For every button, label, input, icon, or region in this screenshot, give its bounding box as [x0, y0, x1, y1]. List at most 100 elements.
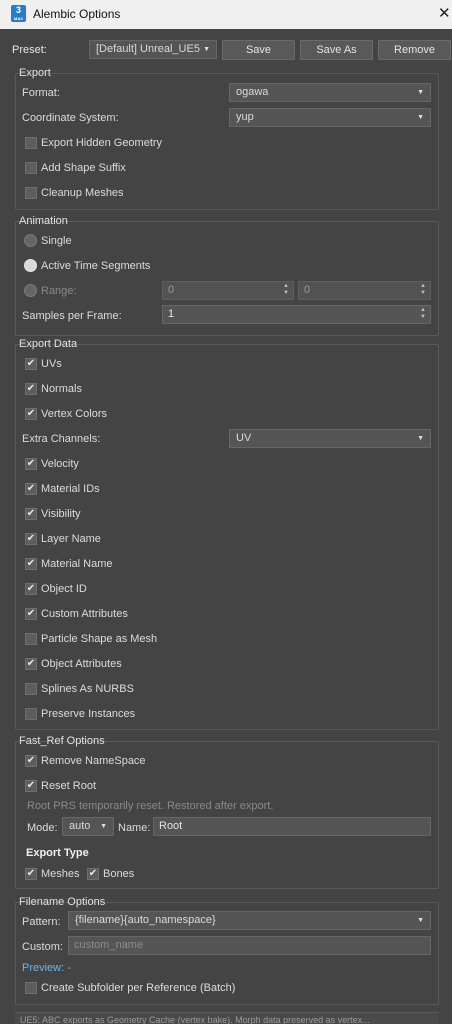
material-ids-label: Material IDs: [41, 483, 100, 495]
create-subfolder-label: Create Subfolder per Reference (Batch): [41, 982, 236, 994]
range-end-spinner[interactable]: 0 ▲ ▼: [298, 281, 431, 300]
export-type-heading: Export Type: [26, 847, 89, 859]
chevron-down-icon: ▼: [417, 917, 424, 924]
reset-root-checkbox[interactable]: ✔: [25, 780, 37, 792]
active-time-segments-radio[interactable]: [24, 259, 37, 272]
normals-checkbox[interactable]: ✔: [25, 383, 37, 395]
save-as-preset-button[interactable]: Save As: [300, 40, 373, 60]
fast-ref-group-title: Fast_Ref Options: [19, 735, 105, 747]
format-label: Format:: [22, 87, 60, 99]
particle-shape-as-mesh-checkbox[interactable]: [25, 633, 37, 645]
mode-dropdown[interactable]: auto ▼: [62, 817, 114, 836]
normals-label: Normals: [41, 383, 82, 395]
3dsmax-icon: 3 MAX: [11, 5, 26, 22]
filename-options-group-title: Filename Options: [19, 896, 106, 908]
create-subfolder-checkbox[interactable]: [25, 982, 37, 994]
layer-name-checkbox[interactable]: ✔: [25, 533, 37, 545]
particle-shape-as-mesh-label: Particle Shape as Mesh: [41, 633, 158, 645]
coordinate-system-dropdown[interactable]: yup ▼: [229, 108, 431, 127]
reset-root-note: Root PRS temporarily reset. Restored aft…: [27, 800, 274, 812]
material-name-checkbox[interactable]: ✔: [25, 558, 37, 570]
spin-down-icon: ▼: [283, 290, 289, 296]
samples-per-frame-value: 1: [168, 308, 175, 320]
app-icon-sub: MAX: [14, 16, 23, 21]
chevron-down-icon: ▼: [100, 823, 107, 830]
preset-label: Preset:: [12, 44, 47, 56]
spin-up-icon: ▲: [420, 307, 426, 313]
reset-root-label: Reset Root: [41, 780, 97, 792]
status-text: UE5: ABC exports as Geometry Cache (vert…: [20, 1015, 370, 1024]
object-attributes-checkbox[interactable]: ✔: [25, 658, 37, 670]
visibility-label: Visibility: [41, 508, 81, 520]
remove-namespace-checkbox[interactable]: ✔: [25, 755, 37, 767]
export-group-title: Export: [19, 67, 51, 79]
range-end-value: 0: [304, 284, 311, 296]
preserve-instances-label: Preserve Instances: [41, 708, 136, 720]
layer-name-label: Layer Name: [41, 533, 101, 545]
custom-name-input[interactable]: custom_name: [68, 936, 431, 955]
material-name-label: Material Name: [41, 558, 113, 570]
velocity-checkbox[interactable]: ✔: [25, 458, 37, 470]
remove-namespace-label: Remove NameSpace: [41, 755, 146, 767]
add-shape-suffix-label: Add Shape Suffix: [41, 162, 126, 174]
custom-attributes-label: Custom Attributes: [41, 608, 128, 620]
spinner-arrows-icon: ▲ ▼: [420, 307, 426, 321]
spinner-arrows-icon: ▲ ▼: [420, 283, 426, 297]
name-label: Name:: [118, 822, 151, 834]
bones-label: Bones: [103, 868, 135, 880]
window-title: Alembic Options: [33, 7, 121, 21]
preserve-instances-checkbox[interactable]: [25, 708, 37, 720]
custom-attributes-checkbox[interactable]: ✔: [25, 608, 37, 620]
samples-per-frame-spinner[interactable]: 1 ▲ ▼: [162, 305, 431, 324]
bones-checkbox[interactable]: ✔: [87, 868, 99, 880]
save-preset-button[interactable]: Save: [222, 40, 295, 60]
extra-channels-value: UV: [236, 432, 252, 444]
cleanup-meshes-checkbox[interactable]: [25, 187, 37, 199]
range-label: Range:: [41, 285, 77, 297]
splines-as-nurbs-label: Splines As NURBS: [41, 683, 134, 695]
visibility-checkbox[interactable]: ✔: [25, 508, 37, 520]
range-start-spinner[interactable]: 0 ▲ ▼: [162, 281, 294, 300]
add-shape-suffix-checkbox[interactable]: [25, 162, 37, 174]
extra-channels-label: Extra Channels:: [22, 433, 101, 445]
coordinate-system-label: Coordinate System:: [22, 112, 119, 124]
pattern-value: {filename}{auto_namespace}: [75, 914, 216, 926]
uvs-checkbox[interactable]: ✔: [25, 358, 37, 370]
material-ids-checkbox[interactable]: ✔: [25, 483, 37, 495]
extra-channels-dropdown[interactable]: UV ▼: [229, 429, 431, 448]
object-attributes-label: Object Attributes: [41, 658, 122, 670]
format-value: ogawa: [236, 86, 269, 98]
vertex-colors-checkbox[interactable]: ✔: [25, 408, 37, 420]
spin-down-icon: ▼: [420, 290, 426, 296]
range-radio[interactable]: [24, 284, 37, 297]
pattern-dropdown[interactable]: {filename}{auto_namespace} ▼: [68, 911, 431, 930]
splines-as-nurbs-checkbox[interactable]: [25, 683, 37, 695]
close-icon[interactable]: ✕: [438, 4, 451, 22]
export-hidden-geometry-checkbox[interactable]: [25, 137, 37, 149]
single-radio[interactable]: [24, 234, 37, 247]
range-start-value: 0: [168, 284, 175, 296]
export-data-group-title: Export Data: [19, 338, 78, 350]
chevron-down-icon: ▼: [417, 89, 424, 96]
spin-down-icon: ▼: [420, 314, 426, 320]
preview-label: Preview: -: [22, 962, 71, 974]
custom-label: Custom:: [22, 941, 63, 953]
single-label: Single: [41, 235, 72, 247]
root-name-input[interactable]: Root: [153, 817, 431, 836]
preset-dropdown[interactable]: [Default] Unreal_UE5 ▼: [89, 40, 217, 59]
animation-group-title: Animation: [19, 215, 68, 227]
format-dropdown[interactable]: ogawa ▼: [229, 83, 431, 102]
root-name-value: Root: [159, 820, 183, 832]
active-time-segments-label: Active Time Segments: [41, 260, 151, 272]
uvs-label: UVs: [41, 358, 62, 370]
object-id-checkbox[interactable]: ✔: [25, 583, 37, 595]
meshes-checkbox[interactable]: ✔: [25, 868, 37, 880]
meshes-label: Meshes: [41, 868, 80, 880]
title-bar: 3 MAX Alembic Options ✕: [0, 0, 452, 29]
app-icon-glyph: 3: [15, 5, 21, 15]
remove-preset-button[interactable]: Remove: [378, 40, 451, 60]
vertex-colors-label: Vertex Colors: [41, 408, 108, 420]
spinner-arrows-icon: ▲ ▼: [283, 283, 289, 297]
chevron-down-icon: ▼: [417, 114, 424, 121]
pattern-label: Pattern:: [22, 916, 61, 928]
